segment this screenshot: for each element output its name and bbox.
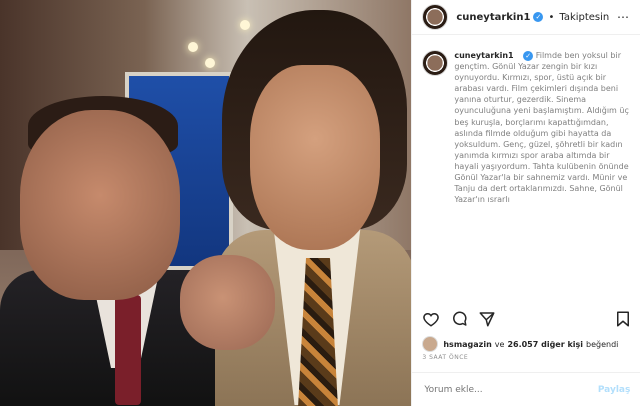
- photo-left-man-tie: [115, 295, 141, 405]
- bookmark-icon[interactable]: [614, 310, 632, 328]
- header-username[interactable]: cuneytarkin1: [456, 12, 530, 23]
- comment-input[interactable]: [422, 383, 577, 396]
- post-timestamp[interactable]: 3 SAAT ÖNCE: [422, 354, 468, 361]
- liker-username[interactable]: hsmagazin: [443, 340, 491, 349]
- more-options-icon[interactable]: ⋯: [617, 10, 630, 24]
- action-bar: [422, 310, 632, 330]
- heart-icon[interactable]: [422, 310, 440, 328]
- share-icon[interactable]: [478, 310, 496, 328]
- likes-count[interactable]: 26.057 diğer kişi: [507, 340, 583, 349]
- post-comment-button[interactable]: Paylaş: [598, 385, 631, 395]
- post-header: cuneytarkin1 ✓ • Takiptesin ⋯: [412, 0, 640, 35]
- photo-right-man-face: [250, 65, 380, 250]
- photo-light-2: [205, 58, 215, 68]
- caption-body: Filmde ben yoksul bir gençtim. Gönül Yaz…: [454, 51, 629, 205]
- photo-hand-on-shoulder: [180, 255, 275, 350]
- likes-suffix: beğendi: [586, 339, 619, 349]
- caption-text-block: cuneytarkin1 ✓ Filmde ben yoksul bir gen…: [454, 50, 632, 205]
- post-image[interactable]: [0, 0, 412, 406]
- liker-avatar[interactable]: [422, 336, 439, 352]
- caption-verified-icon: ✓: [523, 51, 534, 61]
- likes-connector: ve: [494, 339, 505, 349]
- verified-badge-icon: ✓: [533, 12, 544, 22]
- post-sidebar: cuneytarkin1 ✓ • Takiptesin ⋯ cuneytarki…: [411, 0, 640, 406]
- post-caption: cuneytarkin1 ✓ Filmde ben yoksul bir gen…: [422, 50, 632, 300]
- photo-left-man-face: [20, 110, 180, 300]
- caption-username[interactable]: cuneytarkin1: [454, 51, 513, 60]
- likes-row: hsmagazin ve 26.057 diğer kişi beğendi: [422, 336, 618, 352]
- caption-avatar[interactable]: [422, 50, 449, 76]
- header-separator: •: [548, 11, 555, 23]
- follow-status[interactable]: Takiptesin: [559, 12, 609, 23]
- photo-light-3: [240, 20, 250, 30]
- photo-light-1: [188, 42, 198, 52]
- instagram-post: cuneytarkin1 ✓ • Takiptesin ⋯ cuneytarki…: [0, 0, 640, 406]
- comment-icon[interactable]: [450, 310, 468, 328]
- avatar[interactable]: [422, 4, 449, 30]
- comment-bar: Paylaş: [412, 372, 640, 406]
